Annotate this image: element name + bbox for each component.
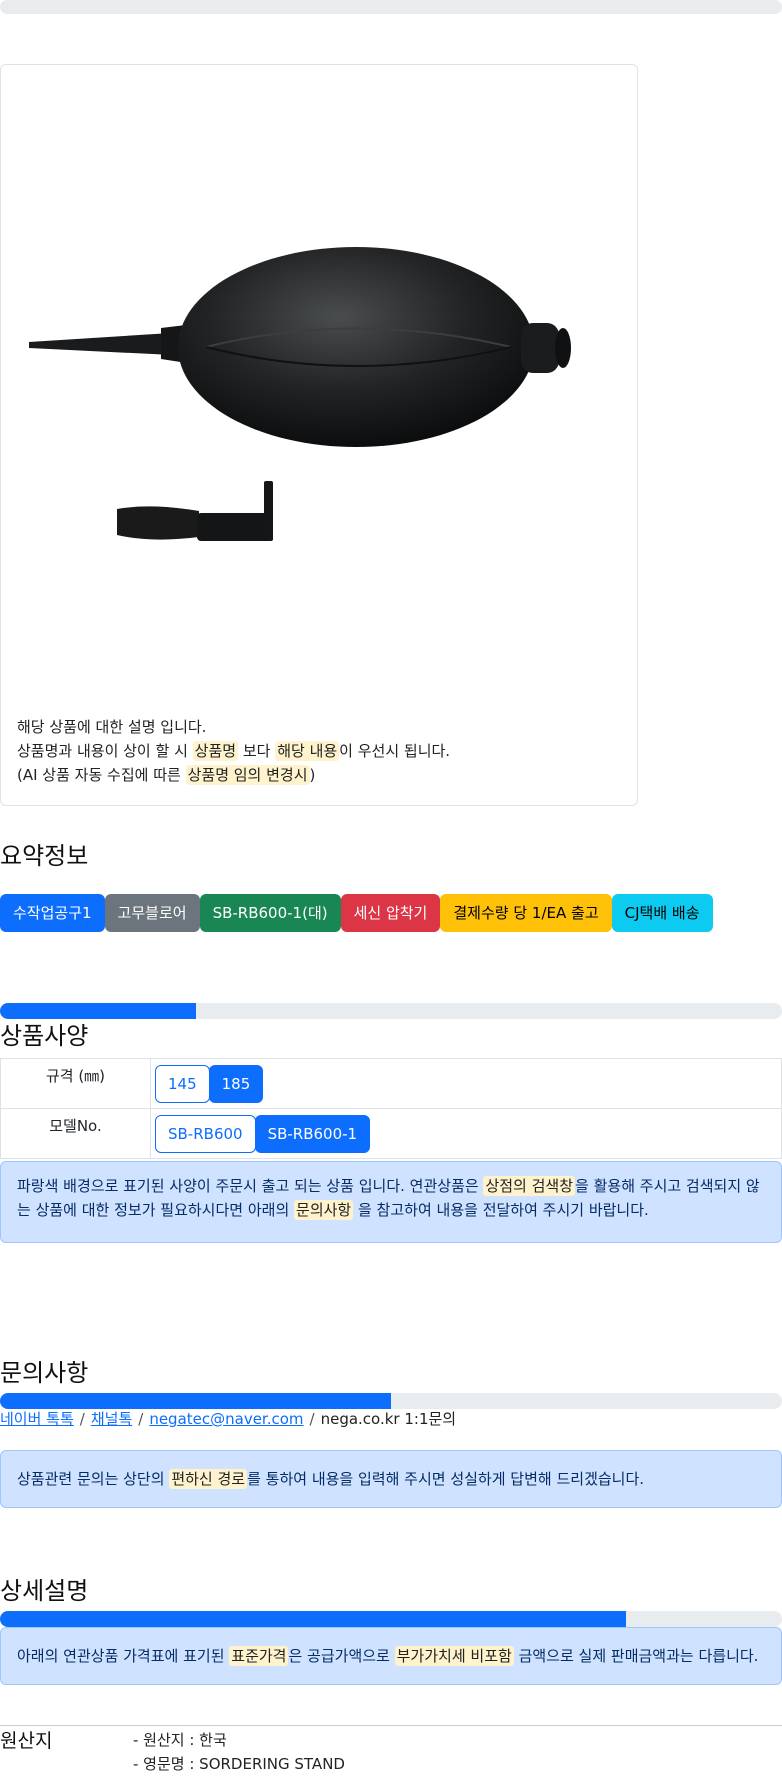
text-span: ): [309, 766, 316, 784]
brush-handle: [197, 513, 273, 541]
text-span: 이 우선시 됩니다.: [339, 742, 451, 760]
summary-badge: 고무블로어: [104, 894, 200, 932]
text-span: 를 통하여 내용을 입력해 주시면 성실하게 답변해 드리겠습니다.: [247, 1470, 645, 1488]
summary-progress-bar: [0, 1003, 782, 1019]
detail-progress-fill: [0, 1611, 626, 1627]
inquiry-links: 네이버 톡톡 / 채널톡 / negatec@naver.com / nega.co.kr …: [0, 1408, 456, 1429]
text-span: 해당 상품에 대한 설명 입니다.: [17, 718, 207, 736]
spec-option-button[interactable]: 145: [155, 1064, 210, 1103]
specs-notice-line: 는 상품에 대한 정보가 필요하시다면 아래의 문의사항 을 참고하여 내용을 …: [17, 1198, 765, 1222]
text-span: 파랑색 배경으로 표기된 사양이 주문시 출고 되는 상품 입니다. 연관상품은: [17, 1177, 484, 1195]
highlight-text: 문의사항: [294, 1200, 354, 1220]
highlight-text: 상점의 검색창: [483, 1176, 576, 1196]
inquiry-plain-text: nega.co.kr 1:1문의: [320, 1410, 457, 1428]
text-span: 을 활용해 주시고 검색되지 않: [575, 1177, 760, 1195]
specs-notice-line: 파랑색 배경으로 표기된 사양이 주문시 출고 되는 상품 입니다. 연관상품은…: [17, 1174, 765, 1198]
text-span: 아래의 연관상품 가격표에 표기된: [17, 1647, 230, 1665]
origin-label: 원산지: [0, 1730, 53, 1752]
brush-bristles: [117, 506, 199, 540]
text-span: 금액으로 실제 판매금액과는 다릅니다.: [513, 1647, 759, 1665]
summary-badges: 수작업공구1 고무블로어 SB-RB600-1(대) 세신 압착기 결제수량 당 1/E…: [0, 894, 713, 932]
summary-badge: 결제수량 당 1/EA 출고: [440, 894, 612, 932]
spec-options: 145 185: [150, 1058, 782, 1109]
origin-line: - 영문명 : SORDERING STAND: [133, 1755, 345, 1773]
highlight-text: 상품명 임의 변경시: [185, 765, 310, 785]
text-span: 을 참고하여 내용을 전달하여 주시기 바랍니다.: [353, 1201, 649, 1219]
description-line: 해당 상품에 대한 설명 입니다.: [17, 715, 450, 739]
link-separator: /: [138, 1410, 144, 1428]
text-span: 보다: [238, 742, 276, 760]
description-line: 상품명과 내용이 상이 할 시 상품명 보다 해당 내용 이 우선시 됩니다.: [17, 739, 450, 763]
text-span: 은 공급가액으로: [288, 1647, 395, 1665]
spec-option-button[interactable]: SB-RB600: [155, 1114, 256, 1153]
spec-row: 모델No. SB-RB600 SB-RB600-1: [0, 1108, 782, 1159]
top-progress-bar: [0, 0, 782, 14]
spec-row: 규격 (㎜) 145 185: [0, 1058, 782, 1109]
detail-progress-bar: [0, 1611, 782, 1627]
inquiry-progress-fill: [0, 1393, 391, 1409]
product-description: 해당 상품에 대한 설명 입니다. 상품명과 내용이 상이 할 시 상품명 보다 …: [17, 715, 450, 787]
summary-title: 요약정보: [0, 842, 89, 870]
link-separator: /: [309, 1410, 315, 1428]
text-span: 는 상품에 대한 정보가 필요하시다면 아래의: [17, 1201, 295, 1219]
bulb-shape: [178, 247, 534, 447]
inquiry-progress-bar: [0, 1393, 782, 1409]
detail-title: 상세설명: [0, 1577, 89, 1605]
spec-label: 모델No.: [0, 1108, 151, 1159]
detail-notice: 아래의 연관상품 가격표에 표기된 표준가격 은 공급가액으로 부가가치세 비포함…: [0, 1627, 782, 1685]
text-span: (AI 상품 자동 수집에 따른: [17, 766, 186, 784]
origin-divider: [0, 1725, 782, 1726]
inquiry-link[interactable]: 네이버 톡톡: [0, 1410, 74, 1428]
highlight-text: 부가가치세 비포함: [394, 1646, 514, 1666]
summary-badge: SB-RB600-1(대): [199, 894, 341, 932]
inquiry-link[interactable]: 채널톡: [91, 1410, 132, 1428]
highlight-text: 해당 내용: [275, 741, 340, 761]
specs-table: 규격 (㎜) 145 185 모델No. SB-RB600 SB-RB600-1: [0, 1058, 782, 1159]
product-card: 해당 상품에 대한 설명 입니다. 상품명과 내용이 상이 할 시 상품명 보다 …: [0, 64, 638, 806]
summary-badge: 수작업공구1: [0, 894, 105, 932]
summary-badge: CJ택배 배송: [611, 894, 713, 932]
highlight-text: 표준가격: [229, 1646, 289, 1666]
inquiry-title: 문의사항: [0, 1359, 89, 1387]
detail-notice-line: 아래의 연관상품 가격표에 표기된 표준가격 은 공급가액으로 부가가치세 비포함…: [17, 1644, 765, 1668]
inquiry-notice: 상품관련 문의는 상단의 편하신 경로 를 통하여 내용을 입력해 주시면 성실하…: [0, 1450, 782, 1508]
origin-lines: - 원산지 : 한국 - 영문명 : SORDERING STAND: [133, 1728, 345, 1776]
inquiry-notice-line: 상품관련 문의는 상단의 편하신 경로 를 통하여 내용을 입력해 주시면 성실하…: [17, 1467, 765, 1491]
spec-option-button[interactable]: SB-RB600-1: [254, 1114, 371, 1153]
nozzle-shape: [29, 333, 173, 355]
summary-badge: 세신 압착기: [340, 894, 441, 932]
specs-title: 상품사양: [0, 1022, 89, 1050]
spec-option-button[interactable]: 185: [208, 1064, 264, 1103]
text-span: 상품관련 문의는 상단의: [17, 1470, 170, 1488]
description-line: (AI 상품 자동 수집에 따른 상품명 임의 변경시): [17, 763, 450, 787]
product-image: [29, 247, 571, 541]
spec-label: 규격 (㎜): [0, 1058, 151, 1109]
origin-line: - 원산지 : 한국: [133, 1731, 227, 1749]
inquiry-link[interactable]: negatec@naver.com: [149, 1410, 303, 1428]
specs-notice: 파랑색 배경으로 표기된 사양이 주문시 출고 되는 상품 입니다. 연관상품은…: [0, 1161, 782, 1243]
link-separator: /: [79, 1410, 85, 1428]
spec-options: SB-RB600 SB-RB600-1: [150, 1108, 782, 1159]
text-span: 상품명과 내용이 상이 할 시: [17, 742, 193, 760]
highlight-text: 편하신 경로: [169, 1469, 248, 1489]
highlight-text: 상품명: [192, 741, 239, 761]
